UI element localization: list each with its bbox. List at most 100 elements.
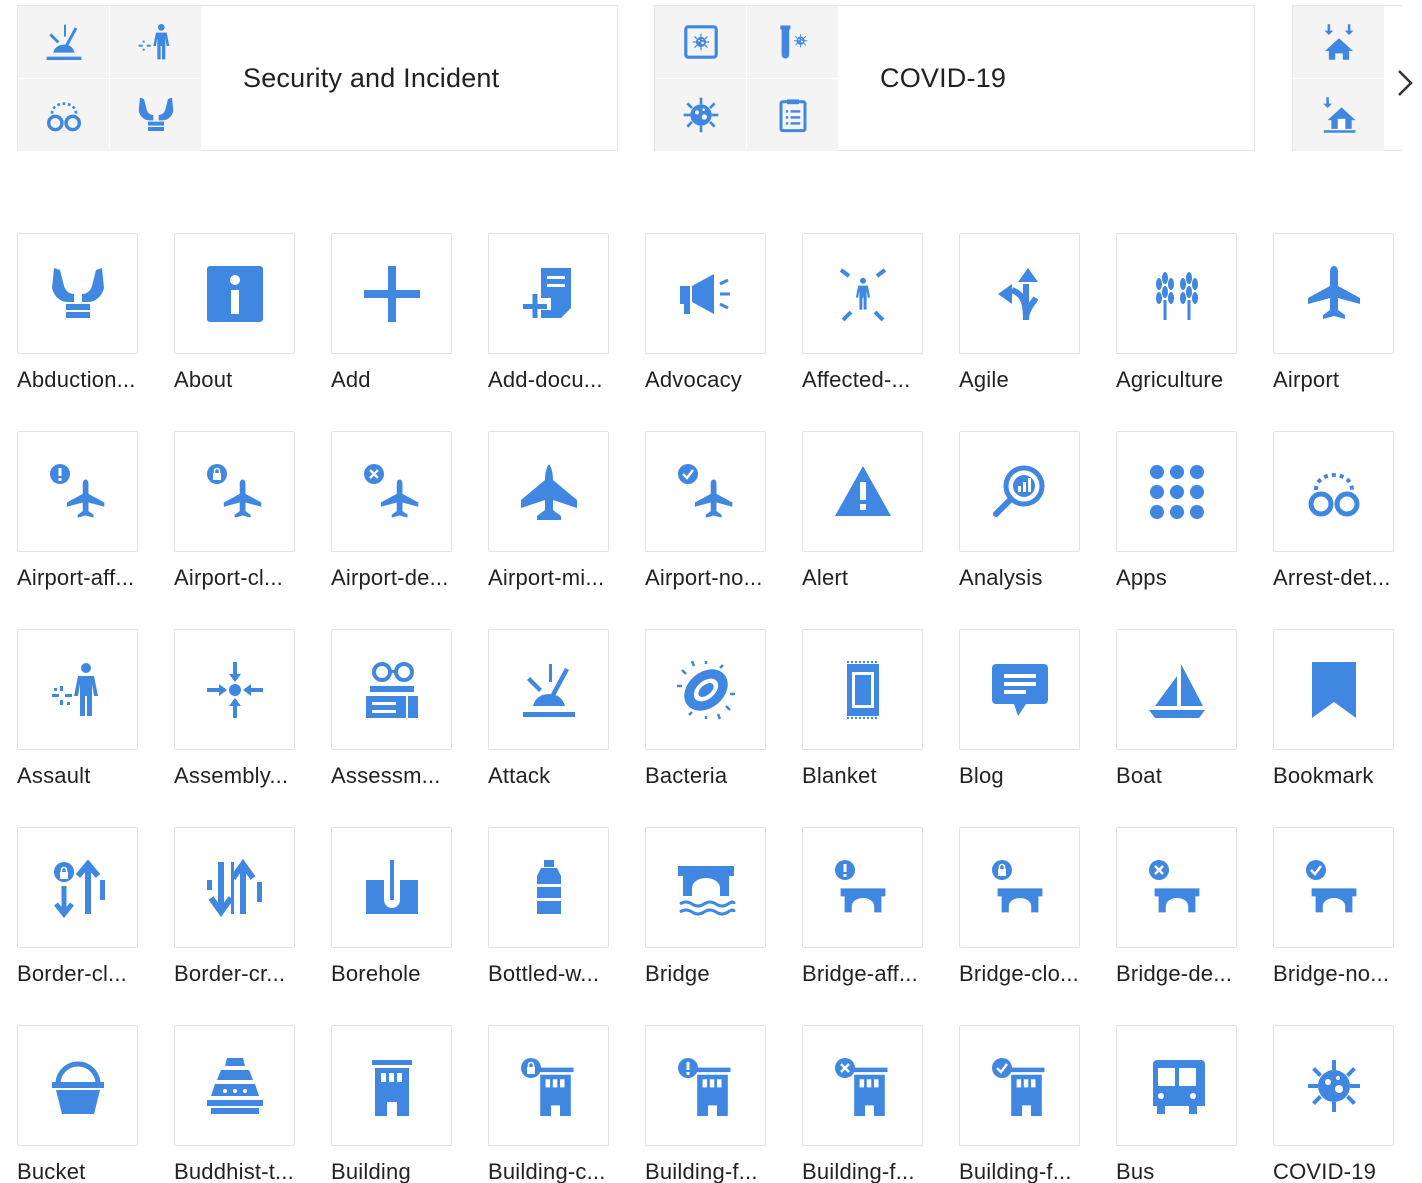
icon-tile[interactable]: Airport-cl... bbox=[174, 431, 314, 631]
icon-tile[interactable]: Apps bbox=[1116, 431, 1256, 631]
icon-preview-box[interactable] bbox=[959, 629, 1080, 750]
icon-preview-box[interactable] bbox=[802, 431, 923, 552]
icon-tile[interactable]: Building bbox=[331, 1025, 471, 1183]
category-card-security-and-incident[interactable]: Security and Incident bbox=[17, 5, 618, 151]
icon-tile[interactable]: Bridge-aff... bbox=[802, 827, 942, 1027]
icon-tile[interactable]: Airport-mi... bbox=[488, 431, 628, 631]
icon-preview-box[interactable] bbox=[17, 827, 138, 948]
icon-tile[interactable]: Buddhist-t... bbox=[174, 1025, 314, 1183]
icon-tile[interactable]: Building-f... bbox=[959, 1025, 1099, 1183]
icon-preview-box[interactable] bbox=[1116, 629, 1237, 750]
icon-preview-box[interactable] bbox=[174, 1025, 295, 1146]
icon-tile[interactable]: Abduction... bbox=[17, 233, 157, 433]
icon-preview-box[interactable] bbox=[645, 827, 766, 948]
icon-tile[interactable]: Arrest-det... bbox=[1273, 431, 1413, 631]
icon-tile[interactable]: Border-cl... bbox=[17, 827, 157, 1027]
icon-tile[interactable]: Airport-no... bbox=[645, 431, 785, 631]
icon-tile[interactable]: Bucket bbox=[17, 1025, 157, 1183]
icon-preview-box[interactable] bbox=[1116, 431, 1237, 552]
icon-preview-box[interactable] bbox=[17, 1025, 138, 1146]
icon-preview-box[interactable] bbox=[331, 827, 452, 948]
icon-preview-box[interactable] bbox=[959, 1025, 1080, 1146]
icon-tile[interactable]: Borehole bbox=[331, 827, 471, 1027]
icon-preview-box[interactable] bbox=[959, 233, 1080, 354]
icon-tile[interactable]: Blog bbox=[959, 629, 1099, 829]
icon-preview-box[interactable] bbox=[174, 629, 295, 750]
icon-tile[interactable]: Analysis bbox=[959, 431, 1099, 631]
icon-tile[interactable]: Blanket bbox=[802, 629, 942, 829]
building-icon bbox=[371, 1059, 412, 1116]
icon-tile[interactable]: Airport-aff... bbox=[17, 431, 157, 631]
icon-preview-box[interactable] bbox=[488, 827, 609, 948]
icon-tile[interactable]: Building-f... bbox=[645, 1025, 785, 1183]
icon-preview-box[interactable] bbox=[645, 1025, 766, 1146]
icon-label: Affected-... bbox=[802, 367, 911, 392]
icon-tile[interactable]: About bbox=[174, 233, 314, 433]
category-icon-grid bbox=[1293, 6, 1385, 151]
icon-tile[interactable]: Assembly... bbox=[174, 629, 314, 829]
icon-preview-box[interactable] bbox=[802, 827, 923, 948]
icon-tile[interactable]: Bus bbox=[1116, 1025, 1256, 1183]
icon-tile[interactable]: Advocacy bbox=[645, 233, 785, 433]
icon-preview-box[interactable] bbox=[1273, 629, 1394, 750]
icon-tile[interactable]: Bridge-clo... bbox=[959, 827, 1099, 1027]
icon-preview-box[interactable] bbox=[174, 431, 295, 552]
icon-tile[interactable]: Assault bbox=[17, 629, 157, 829]
icon-tile[interactable]: Add-docu... bbox=[488, 233, 628, 433]
icon-preview-box[interactable] bbox=[488, 1025, 609, 1146]
icon-preview-box[interactable] bbox=[645, 233, 766, 354]
icon-tile[interactable]: Bridge-no... bbox=[1273, 827, 1413, 1027]
icon-preview-box[interactable] bbox=[488, 629, 609, 750]
icon-tile[interactable]: Boat bbox=[1116, 629, 1256, 829]
icon-tile[interactable]: Border-cr... bbox=[174, 827, 314, 1027]
icon-preview-box[interactable] bbox=[1273, 827, 1394, 948]
icon-tile[interactable]: Agile bbox=[959, 233, 1099, 433]
icon-tile[interactable]: COVID-19 bbox=[1273, 1025, 1413, 1183]
icon-preview-box[interactable] bbox=[331, 1025, 452, 1146]
icon-tile[interactable]: Add bbox=[331, 233, 471, 433]
icon-label: Advocacy bbox=[645, 367, 742, 392]
icon-tile[interactable]: Alert bbox=[802, 431, 942, 631]
icon-preview-box[interactable] bbox=[802, 233, 923, 354]
icon-preview-box[interactable] bbox=[174, 233, 295, 354]
icon-preview-box[interactable] bbox=[802, 1025, 923, 1146]
icon-preview-box[interactable] bbox=[1273, 1025, 1394, 1146]
icon-tile[interactable]: Airport bbox=[1273, 233, 1413, 433]
icon-preview-box[interactable] bbox=[17, 431, 138, 552]
icon-tile[interactable]: Bridge-de... bbox=[1116, 827, 1256, 1027]
icon-tile[interactable]: Bookmark bbox=[1273, 629, 1413, 829]
icon-tile[interactable]: Agriculture bbox=[1116, 233, 1256, 433]
icon-preview-box[interactable] bbox=[645, 431, 766, 552]
icon-preview-box[interactable] bbox=[331, 431, 452, 552]
icon-preview-box[interactable] bbox=[959, 431, 1080, 552]
icon-preview-box[interactable] bbox=[488, 431, 609, 552]
icon-tile[interactable]: Airport-de... bbox=[331, 431, 471, 631]
house-returnees-icon bbox=[1293, 79, 1384, 151]
chevron-right-icon[interactable] bbox=[1392, 65, 1418, 101]
icon-tile[interactable]: Assessm... bbox=[331, 629, 471, 829]
icon-preview-box[interactable] bbox=[174, 827, 295, 948]
icon-tile[interactable]: Bacteria bbox=[645, 629, 785, 829]
icon-preview-box[interactable] bbox=[331, 233, 452, 354]
icon-tile[interactable]: Affected-... bbox=[802, 233, 942, 433]
icon-preview-box[interactable] bbox=[1116, 827, 1237, 948]
icon-preview-box[interactable] bbox=[1116, 1025, 1237, 1146]
advocacy-icon bbox=[679, 273, 730, 314]
icon-tile[interactable]: Bridge bbox=[645, 827, 785, 1027]
category-card-partial[interactable] bbox=[1292, 5, 1402, 151]
icon-preview-box[interactable] bbox=[488, 233, 609, 354]
icon-tile[interactable]: Attack bbox=[488, 629, 628, 829]
icon-preview-box[interactable] bbox=[959, 827, 1080, 948]
icon-tile[interactable]: Building-c... bbox=[488, 1025, 628, 1183]
icon-preview-box[interactable] bbox=[1116, 233, 1237, 354]
icon-preview-box[interactable] bbox=[17, 233, 138, 354]
icon-preview-box[interactable] bbox=[1273, 431, 1394, 552]
icon-preview-box[interactable] bbox=[331, 629, 452, 750]
icon-tile[interactable]: Building-f... bbox=[802, 1025, 942, 1183]
icon-preview-box[interactable] bbox=[17, 629, 138, 750]
icon-preview-box[interactable] bbox=[645, 629, 766, 750]
icon-preview-box[interactable] bbox=[1273, 233, 1394, 354]
icon-tile[interactable]: Bottled-w... bbox=[488, 827, 628, 1027]
category-card-covid-19[interactable]: COVID-19 bbox=[654, 5, 1255, 151]
icon-preview-box[interactable] bbox=[802, 629, 923, 750]
